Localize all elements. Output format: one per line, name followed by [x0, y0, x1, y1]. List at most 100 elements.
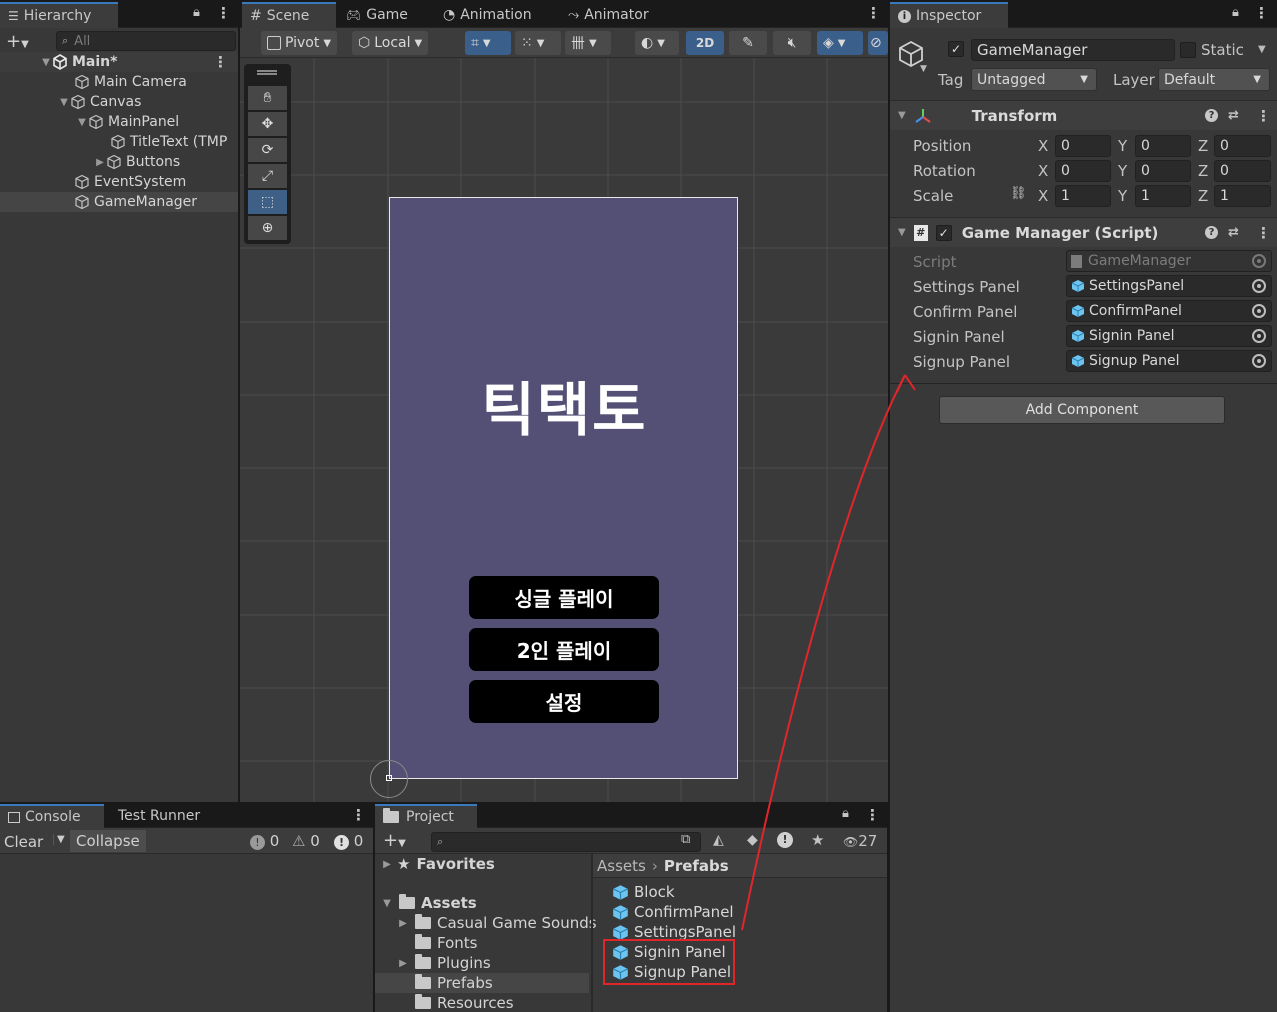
scene-more-icon[interactable]: ⋮: [866, 4, 881, 22]
visibility-toggle[interactable]: ⊘: [868, 31, 888, 55]
search-input[interactable]: ⌕ All: [56, 31, 236, 51]
object-name-field[interactable]: GameManager: [971, 39, 1175, 61]
static-dropdown-icon[interactable]: ▼: [1258, 44, 1266, 55]
prefab-confirmpanel[interactable]: ConfirmPanel: [612, 902, 734, 922]
chevron-down-icon[interactable]: ▼: [920, 64, 927, 74]
ruler-button[interactable]: 卌 ▼: [565, 31, 611, 55]
lock-icon[interactable]: 🔒︎: [193, 5, 200, 20]
folder-prefabs[interactable]: Prefabs: [375, 973, 589, 993]
snap-increment-button[interactable]: ⁙ ▼: [515, 31, 561, 55]
lighting-toggle[interactable]: ✎: [729, 31, 767, 55]
add-component-button[interactable]: Add Component: [939, 396, 1225, 424]
project-more-icon[interactable]: ⋮: [865, 806, 880, 824]
chevron-down-icon[interactable]: ▼: [381, 898, 393, 909]
tab-inspector[interactable]: i Inspector: [890, 2, 1008, 28]
favorites-row[interactable]: ▶ ★ Favorites: [381, 854, 495, 874]
prefab-block[interactable]: Block: [612, 882, 675, 902]
rect-tool-button[interactable]: ⬚: [248, 190, 287, 214]
scene-row[interactable]: ▼ Main* ⋮: [0, 52, 238, 72]
breadcrumb-assets[interactable]: Assets: [597, 857, 646, 875]
tab-test-runner[interactable]: Test Runner: [110, 804, 208, 828]
hierarchy-item-main-camera[interactable]: Main Camera: [0, 72, 238, 92]
chevron-right-icon[interactable]: ▶: [397, 958, 409, 969]
effects-toggle[interactable]: ◈ ▼: [817, 31, 863, 55]
chevron-down-icon[interactable]: ▼: [898, 227, 906, 238]
move-tool-button[interactable]: ✥: [248, 112, 287, 136]
tab-game[interactable]: 🎮︎ Game: [338, 2, 416, 28]
object-picker-icon[interactable]: [1252, 354, 1266, 368]
two-player-button[interactable]: 2인 플레이: [469, 628, 659, 671]
tag-dropdown[interactable]: Untagged ▼: [971, 68, 1097, 91]
clear-options-dropdown[interactable]: ▼: [53, 834, 65, 845]
help-icon[interactable]: ?: [1205, 109, 1218, 122]
signup-panel-field[interactable]: Signup Panel: [1066, 350, 1272, 372]
more-menu-icon[interactable]: ⋮: [216, 4, 231, 22]
project-create-button[interactable]: +▼: [383, 830, 406, 851]
scale-x-field[interactable]: 1: [1055, 185, 1111, 207]
position-y-field[interactable]: 0: [1135, 135, 1191, 157]
tab-animator[interactable]: ⤳ Animator: [560, 2, 657, 28]
info-count[interactable]: ! 0: [250, 832, 279, 850]
chevron-down-icon[interactable]: ▼: [58, 97, 70, 108]
filter-label-icon[interactable]: ◆: [747, 832, 758, 848]
rotation-z-field[interactable]: 0: [1214, 160, 1271, 182]
transform-tool-button[interactable]: ⊕: [248, 216, 287, 240]
inspector-more-icon[interactable]: ⋮: [1254, 4, 1269, 22]
transform-header[interactable]: ▼ Transform ? ⇄ ⋮: [890, 100, 1277, 130]
chevron-down-icon[interactable]: ▼: [40, 57, 52, 68]
anchor-handle[interactable]: [386, 775, 392, 781]
scale-y-field[interactable]: 1: [1135, 185, 1191, 207]
hierarchy-item-buttons[interactable]: ▶ Buttons: [0, 152, 238, 172]
folder-fonts[interactable]: Fonts: [415, 933, 477, 953]
constrain-proportions-icon[interactable]: ⛓︎: [1010, 186, 1027, 201]
layer-dropdown[interactable]: Default ▼: [1158, 68, 1270, 91]
static-checkbox[interactable]: [1180, 42, 1196, 58]
active-checkbox[interactable]: ✓: [948, 41, 964, 57]
position-z-field[interactable]: 0: [1214, 135, 1271, 157]
script-enabled-checkbox[interactable]: ✓: [935, 224, 952, 241]
chevron-right-icon[interactable]: ▶: [381, 859, 393, 870]
project-lock-icon[interactable]: 🔒︎: [842, 806, 849, 821]
hierarchy-item-eventsystem[interactable]: EventSystem: [0, 172, 238, 192]
breadcrumb-prefabs[interactable]: Prefabs: [664, 857, 729, 875]
component-menu-icon[interactable]: ⋮: [1256, 224, 1271, 242]
rotation-x-field[interactable]: 0: [1055, 160, 1111, 182]
hand-tool-button[interactable]: ✋︎: [248, 86, 287, 110]
tab-console[interactable]: Console: [0, 804, 104, 828]
preset-icon[interactable]: ⇄: [1228, 108, 1239, 123]
hidden-packages-toggle[interactable]: 👁︎27: [843, 832, 877, 850]
rotate-tool-button[interactable]: ⟳: [248, 138, 287, 162]
hierarchy-item-canvas[interactable]: ▼ Canvas: [0, 92, 238, 112]
console-more-icon[interactable]: ⋮: [351, 806, 366, 824]
grid-snap-button[interactable]: ⌗ ▼: [465, 31, 511, 55]
help-icon[interactable]: ?: [1205, 226, 1218, 239]
pivot-dropdown[interactable]: Pivot ▼: [261, 31, 338, 55]
mode-2d-button[interactable]: 2D: [686, 31, 724, 55]
collapse-button[interactable]: Collapse: [70, 830, 146, 852]
folder-casual-game-sounds[interactable]: ▶ Casual Game Sounds: [397, 913, 597, 933]
chevron-down-icon[interactable]: ▼: [76, 117, 88, 128]
local-dropdown[interactable]: ⬡ Local ▼: [352, 31, 429, 55]
tab-project[interactable]: Project: [375, 804, 477, 828]
audio-toggle[interactable]: 🔇︎: [773, 31, 811, 55]
chevron-right-icon[interactable]: ▶: [397, 918, 409, 929]
chevron-down-icon[interactable]: ▼: [898, 110, 906, 121]
signin-panel-field[interactable]: Signin Panel: [1066, 325, 1272, 347]
folder-plugins[interactable]: ▶ Plugins: [397, 953, 491, 973]
inspector-lock-icon[interactable]: 🔒︎: [1232, 5, 1239, 20]
create-button[interactable]: +▼: [6, 31, 29, 52]
tab-scene[interactable]: # Scene: [242, 2, 336, 28]
position-x-field[interactable]: 0: [1055, 135, 1111, 157]
tab-hierarchy[interactable]: ☰ Hierarchy: [0, 2, 118, 28]
favorite-star-icon[interactable]: ★: [811, 831, 824, 849]
filter-type-icon[interactable]: ◭: [713, 832, 724, 848]
scale-z-field[interactable]: 1: [1214, 185, 1271, 207]
scale-tool-button[interactable]: ⤢: [248, 164, 287, 188]
tab-animation[interactable]: ◔ Animation: [435, 2, 540, 28]
settings-button[interactable]: 설정: [469, 680, 659, 723]
object-picker-icon[interactable]: [1252, 279, 1266, 293]
settings-panel-field[interactable]: SettingsPanel: [1066, 275, 1272, 297]
single-play-button[interactable]: 싱글 플레이: [469, 576, 659, 619]
scene-menu-icon[interactable]: ⋮: [213, 53, 228, 71]
shading-mode-button[interactable]: ◐ ▼: [635, 31, 679, 55]
